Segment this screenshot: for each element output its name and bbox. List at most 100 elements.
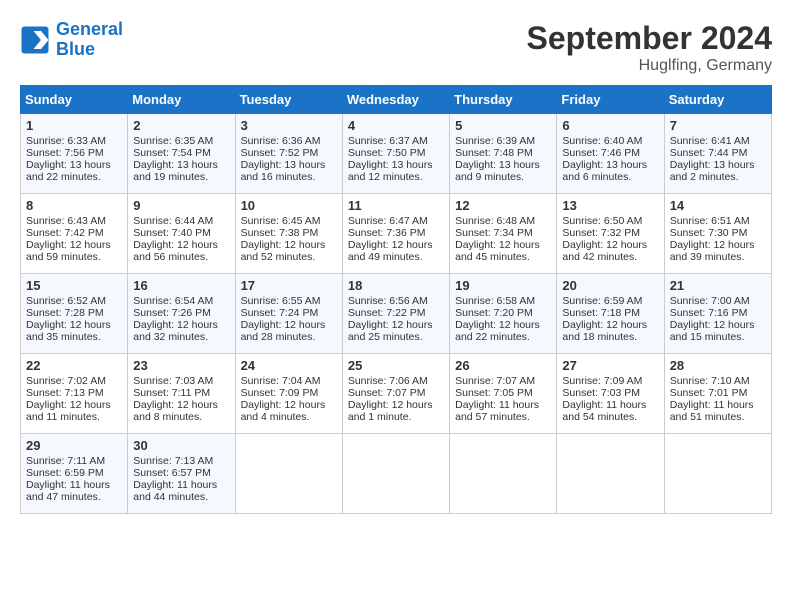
daylight-text: Daylight: 12 hours and 56 minutes. <box>133 239 218 263</box>
sunrise-text: Sunrise: 6:50 AM <box>562 215 642 227</box>
sunset-text: Sunset: 7:05 PM <box>455 387 533 399</box>
sunrise-text: Sunrise: 6:44 AM <box>133 215 213 227</box>
day-number: 11 <box>348 198 444 213</box>
daylight-text: Daylight: 13 hours and 9 minutes. <box>455 159 540 183</box>
daylight-text: Daylight: 11 hours and 44 minutes. <box>133 479 217 503</box>
daylight-text: Daylight: 11 hours and 47 minutes. <box>26 479 110 503</box>
sunrise-text: Sunrise: 7:07 AM <box>455 375 535 387</box>
sunrise-text: Sunrise: 6:55 AM <box>241 295 321 307</box>
sunrise-text: Sunrise: 7:13 AM <box>133 455 213 467</box>
calendar-cell <box>342 434 449 514</box>
sunrise-text: Sunrise: 7:09 AM <box>562 375 642 387</box>
sunrise-text: Sunrise: 6:59 AM <box>562 295 642 307</box>
calendar-cell: 28Sunrise: 7:10 AMSunset: 7:01 PMDayligh… <box>664 354 771 434</box>
calendar-table: SundayMondayTuesdayWednesdayThursdayFrid… <box>20 85 772 514</box>
sunset-text: Sunset: 7:24 PM <box>241 307 319 319</box>
sunset-text: Sunset: 6:57 PM <box>133 467 211 479</box>
calendar-cell: 2Sunrise: 6:35 AMSunset: 7:54 PMDaylight… <box>128 114 235 194</box>
sunset-text: Sunset: 7:18 PM <box>562 307 640 319</box>
calendar-cell: 1Sunrise: 6:33 AMSunset: 7:56 PMDaylight… <box>21 114 128 194</box>
header-day-wednesday: Wednesday <box>342 86 449 114</box>
sunrise-text: Sunrise: 7:04 AM <box>241 375 321 387</box>
daylight-text: Daylight: 13 hours and 2 minutes. <box>670 159 755 183</box>
daylight-text: Daylight: 12 hours and 22 minutes. <box>455 319 540 343</box>
calendar-cell: 23Sunrise: 7:03 AMSunset: 7:11 PMDayligh… <box>128 354 235 434</box>
day-number: 24 <box>241 358 337 373</box>
sunset-text: Sunset: 7:13 PM <box>26 387 104 399</box>
day-number: 27 <box>562 358 658 373</box>
day-number: 3 <box>241 118 337 133</box>
day-number: 10 <box>241 198 337 213</box>
sunset-text: Sunset: 7:42 PM <box>26 227 104 239</box>
calendar-cell: 12Sunrise: 6:48 AMSunset: 7:34 PMDayligh… <box>450 194 557 274</box>
sunset-text: Sunset: 7:09 PM <box>241 387 319 399</box>
calendar-cell: 6Sunrise: 6:40 AMSunset: 7:46 PMDaylight… <box>557 114 664 194</box>
sunrise-text: Sunrise: 7:10 AM <box>670 375 750 387</box>
day-number: 21 <box>670 278 766 293</box>
day-number: 13 <box>562 198 658 213</box>
day-number: 17 <box>241 278 337 293</box>
calendar-cell: 3Sunrise: 6:36 AMSunset: 7:52 PMDaylight… <box>235 114 342 194</box>
daylight-text: Daylight: 11 hours and 54 minutes. <box>562 399 646 423</box>
sunrise-text: Sunrise: 6:37 AM <box>348 135 428 147</box>
header-day-tuesday: Tuesday <box>235 86 342 114</box>
day-number: 15 <box>26 278 122 293</box>
sunrise-text: Sunrise: 7:00 AM <box>670 295 750 307</box>
calendar-week-row: 8Sunrise: 6:43 AMSunset: 7:42 PMDaylight… <box>21 194 772 274</box>
day-number: 2 <box>133 118 229 133</box>
sunrise-text: Sunrise: 6:40 AM <box>562 135 642 147</box>
daylight-text: Daylight: 12 hours and 11 minutes. <box>26 399 111 423</box>
sunrise-text: Sunrise: 6:35 AM <box>133 135 213 147</box>
daylight-text: Daylight: 12 hours and 8 minutes. <box>133 399 218 423</box>
day-number: 12 <box>455 198 551 213</box>
sunrise-text: Sunrise: 6:45 AM <box>241 215 321 227</box>
day-number: 26 <box>455 358 551 373</box>
daylight-text: Daylight: 12 hours and 35 minutes. <box>26 319 111 343</box>
calendar-cell: 27Sunrise: 7:09 AMSunset: 7:03 PMDayligh… <box>557 354 664 434</box>
calendar-cell: 13Sunrise: 6:50 AMSunset: 7:32 PMDayligh… <box>557 194 664 274</box>
calendar-cell: 20Sunrise: 6:59 AMSunset: 7:18 PMDayligh… <box>557 274 664 354</box>
logo-icon <box>20 25 50 55</box>
sunrise-text: Sunrise: 6:43 AM <box>26 215 106 227</box>
calendar-month-year: September 2024 <box>527 20 772 57</box>
calendar-week-row: 22Sunrise: 7:02 AMSunset: 7:13 PMDayligh… <box>21 354 772 434</box>
sunrise-text: Sunrise: 6:48 AM <box>455 215 535 227</box>
calendar-header-row: SundayMondayTuesdayWednesdayThursdayFrid… <box>21 86 772 114</box>
sunset-text: Sunset: 7:20 PM <box>455 307 533 319</box>
calendar-cell: 17 Sunrise: 6:55 AMSunset: 7:24 PMDayligh… <box>235 274 342 354</box>
daylight-text: Daylight: 12 hours and 49 minutes. <box>348 239 433 263</box>
sunset-text: Sunset: 7:32 PM <box>562 227 640 239</box>
daylight-text: Daylight: 12 hours and 28 minutes. <box>241 319 326 343</box>
daylight-text: Daylight: 12 hours and 15 minutes. <box>670 319 755 343</box>
day-number: 22 <box>26 358 122 373</box>
calendar-cell <box>235 434 342 514</box>
calendar-cell: 21Sunrise: 7:00 AMSunset: 7:16 PMDayligh… <box>664 274 771 354</box>
sunset-text: Sunset: 7:54 PM <box>133 147 211 159</box>
sunrise-text: Sunrise: 6:41 AM <box>670 135 750 147</box>
day-number: 14 <box>670 198 766 213</box>
daylight-text: Daylight: 12 hours and 18 minutes. <box>562 319 647 343</box>
calendar-cell: 8Sunrise: 6:43 AMSunset: 7:42 PMDaylight… <box>21 194 128 274</box>
sunset-text: Sunset: 7:22 PM <box>348 307 426 319</box>
sunset-text: Sunset: 7:36 PM <box>348 227 426 239</box>
header-day-monday: Monday <box>128 86 235 114</box>
header-day-friday: Friday <box>557 86 664 114</box>
daylight-text: Daylight: 13 hours and 12 minutes. <box>348 159 433 183</box>
calendar-cell: 22Sunrise: 7:02 AMSunset: 7:13 PMDayligh… <box>21 354 128 434</box>
calendar-cell <box>450 434 557 514</box>
daylight-text: Daylight: 12 hours and 25 minutes. <box>348 319 433 343</box>
logo: General Blue <box>20 20 123 60</box>
daylight-text: Daylight: 12 hours and 52 minutes. <box>241 239 326 263</box>
sunset-text: Sunset: 7:52 PM <box>241 147 319 159</box>
calendar-cell: 11Sunrise: 6:47 AMSunset: 7:36 PMDayligh… <box>342 194 449 274</box>
sunrise-text: Sunrise: 7:03 AM <box>133 375 213 387</box>
sunrise-text: Sunrise: 6:58 AM <box>455 295 535 307</box>
day-number: 18 <box>348 278 444 293</box>
calendar-cell <box>557 434 664 514</box>
calendar-cell: 14Sunrise: 6:51 AMSunset: 7:30 PMDayligh… <box>664 194 771 274</box>
calendar-cell: 15Sunrise: 6:52 AMSunset: 7:28 PMDayligh… <box>21 274 128 354</box>
daylight-text: Daylight: 11 hours and 51 minutes. <box>670 399 754 423</box>
calendar-cell: 16Sunrise: 6:54 AMSunset: 7:26 PMDayligh… <box>128 274 235 354</box>
sunset-text: Sunset: 7:44 PM <box>670 147 748 159</box>
calendar-cell: 7Sunrise: 6:41 AMSunset: 7:44 PMDaylight… <box>664 114 771 194</box>
